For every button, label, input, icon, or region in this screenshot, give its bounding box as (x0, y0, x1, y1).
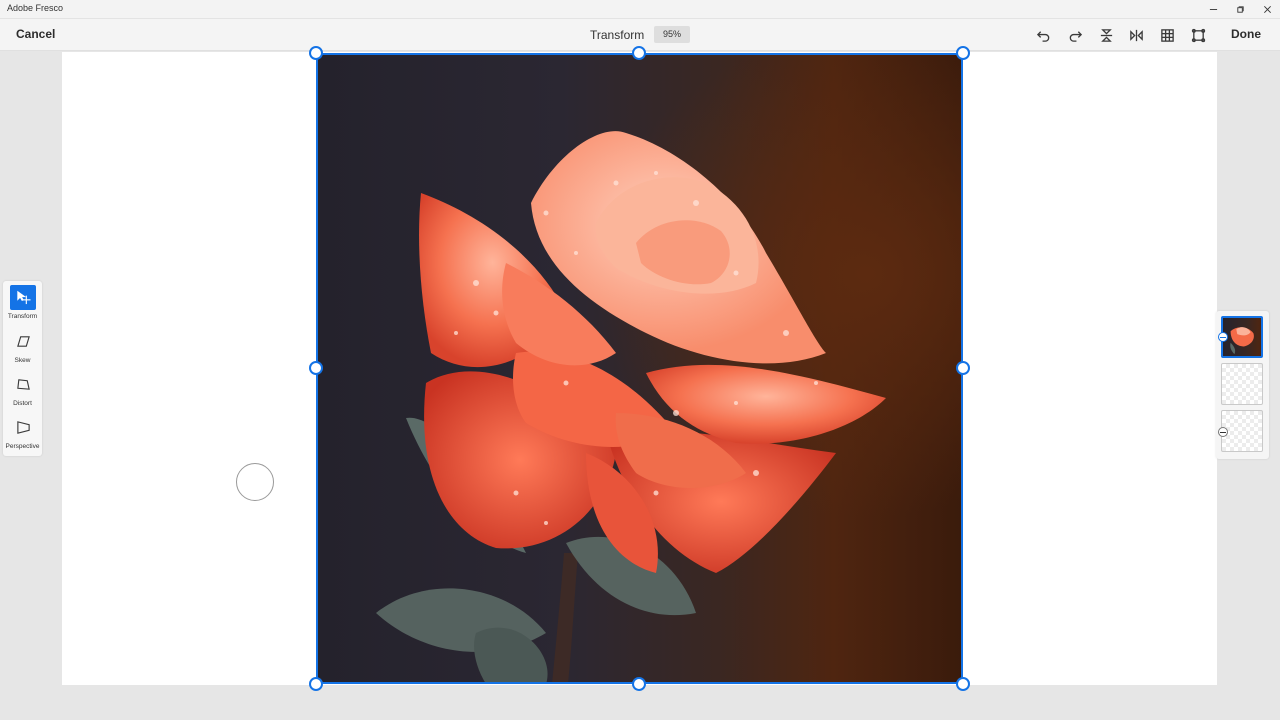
handle-top-right[interactable] (956, 46, 970, 60)
cancel-button[interactable]: Cancel (16, 27, 55, 41)
flip-horizontal-button[interactable] (1126, 25, 1146, 45)
distort-icon (16, 379, 30, 390)
tool-transform[interactable]: Transform (3, 281, 42, 323)
grid-icon (1160, 28, 1174, 42)
layer-options-icon[interactable] (1218, 427, 1228, 437)
tool-label: Perspective (5, 443, 40, 450)
window-title: Adobe Fresco (7, 3, 64, 13)
rose-thumbnail-image (1230, 327, 1254, 355)
minimize-icon (1209, 9, 1217, 10)
tool-distort[interactable]: Distort (3, 368, 42, 410)
handle-middle-right[interactable] (956, 361, 970, 375)
grid-button[interactable] (1157, 25, 1177, 45)
tool-label: Skew (14, 357, 31, 364)
done-button[interactable]: Done (1231, 27, 1261, 41)
flip-vertical-button[interactable] (1096, 25, 1116, 45)
transform-mode-panel: Transform Skew Distort Perspective (3, 281, 42, 456)
handle-top-left[interactable] (309, 46, 323, 60)
tool-skew-icon-wrap (10, 329, 36, 354)
undo-icon (1036, 30, 1049, 42)
cursor-indicator (236, 463, 274, 501)
tool-perspective-icon-wrap (10, 415, 36, 440)
transform-move-icon (16, 290, 31, 305)
tool-label: Distort (13, 400, 32, 407)
handle-top-center[interactable] (632, 46, 646, 60)
zoom-level-badge[interactable]: 95% (654, 26, 690, 43)
mode-title: Transform (590, 28, 645, 42)
skew-icon (16, 336, 30, 347)
flip-vertical-icon (1100, 28, 1112, 42)
tool-label: Transform (7, 313, 38, 320)
perspective-icon (16, 421, 30, 434)
tool-skew[interactable]: Skew (3, 325, 42, 367)
photo-layer-preview (1223, 318, 1261, 356)
handle-middle-left[interactable] (309, 361, 323, 375)
close-icon (1263, 6, 1271, 13)
fit-to-canvas-button[interactable] (1188, 25, 1208, 45)
restore-icon (1236, 6, 1244, 13)
minimize-button[interactable] (1198, 0, 1228, 19)
layer-collapse-icon[interactable] (1218, 332, 1228, 342)
layer-thumbnail-empty-1[interactable] (1221, 363, 1263, 405)
layers-panel (1216, 311, 1269, 459)
flip-horizontal-icon (1129, 29, 1143, 41)
undo-button[interactable] (1033, 25, 1053, 45)
rose-photo-layer[interactable] (316, 53, 963, 684)
tool-distort-icon-wrap (10, 372, 36, 397)
close-button[interactable] (1252, 0, 1280, 19)
fit-to-canvas-icon (1191, 28, 1205, 42)
handle-bottom-left[interactable] (309, 677, 323, 691)
window-title-bar: Adobe Fresco (0, 0, 1280, 19)
rose-image (376, 131, 886, 684)
redo-button[interactable] (1065, 25, 1085, 45)
redo-icon (1069, 30, 1082, 42)
tool-transform-icon-wrap (10, 285, 36, 310)
handle-bottom-right[interactable] (956, 677, 970, 691)
tool-perspective[interactable]: Perspective (3, 411, 42, 453)
handle-bottom-center[interactable] (632, 677, 646, 691)
restore-button[interactable] (1225, 0, 1255, 19)
